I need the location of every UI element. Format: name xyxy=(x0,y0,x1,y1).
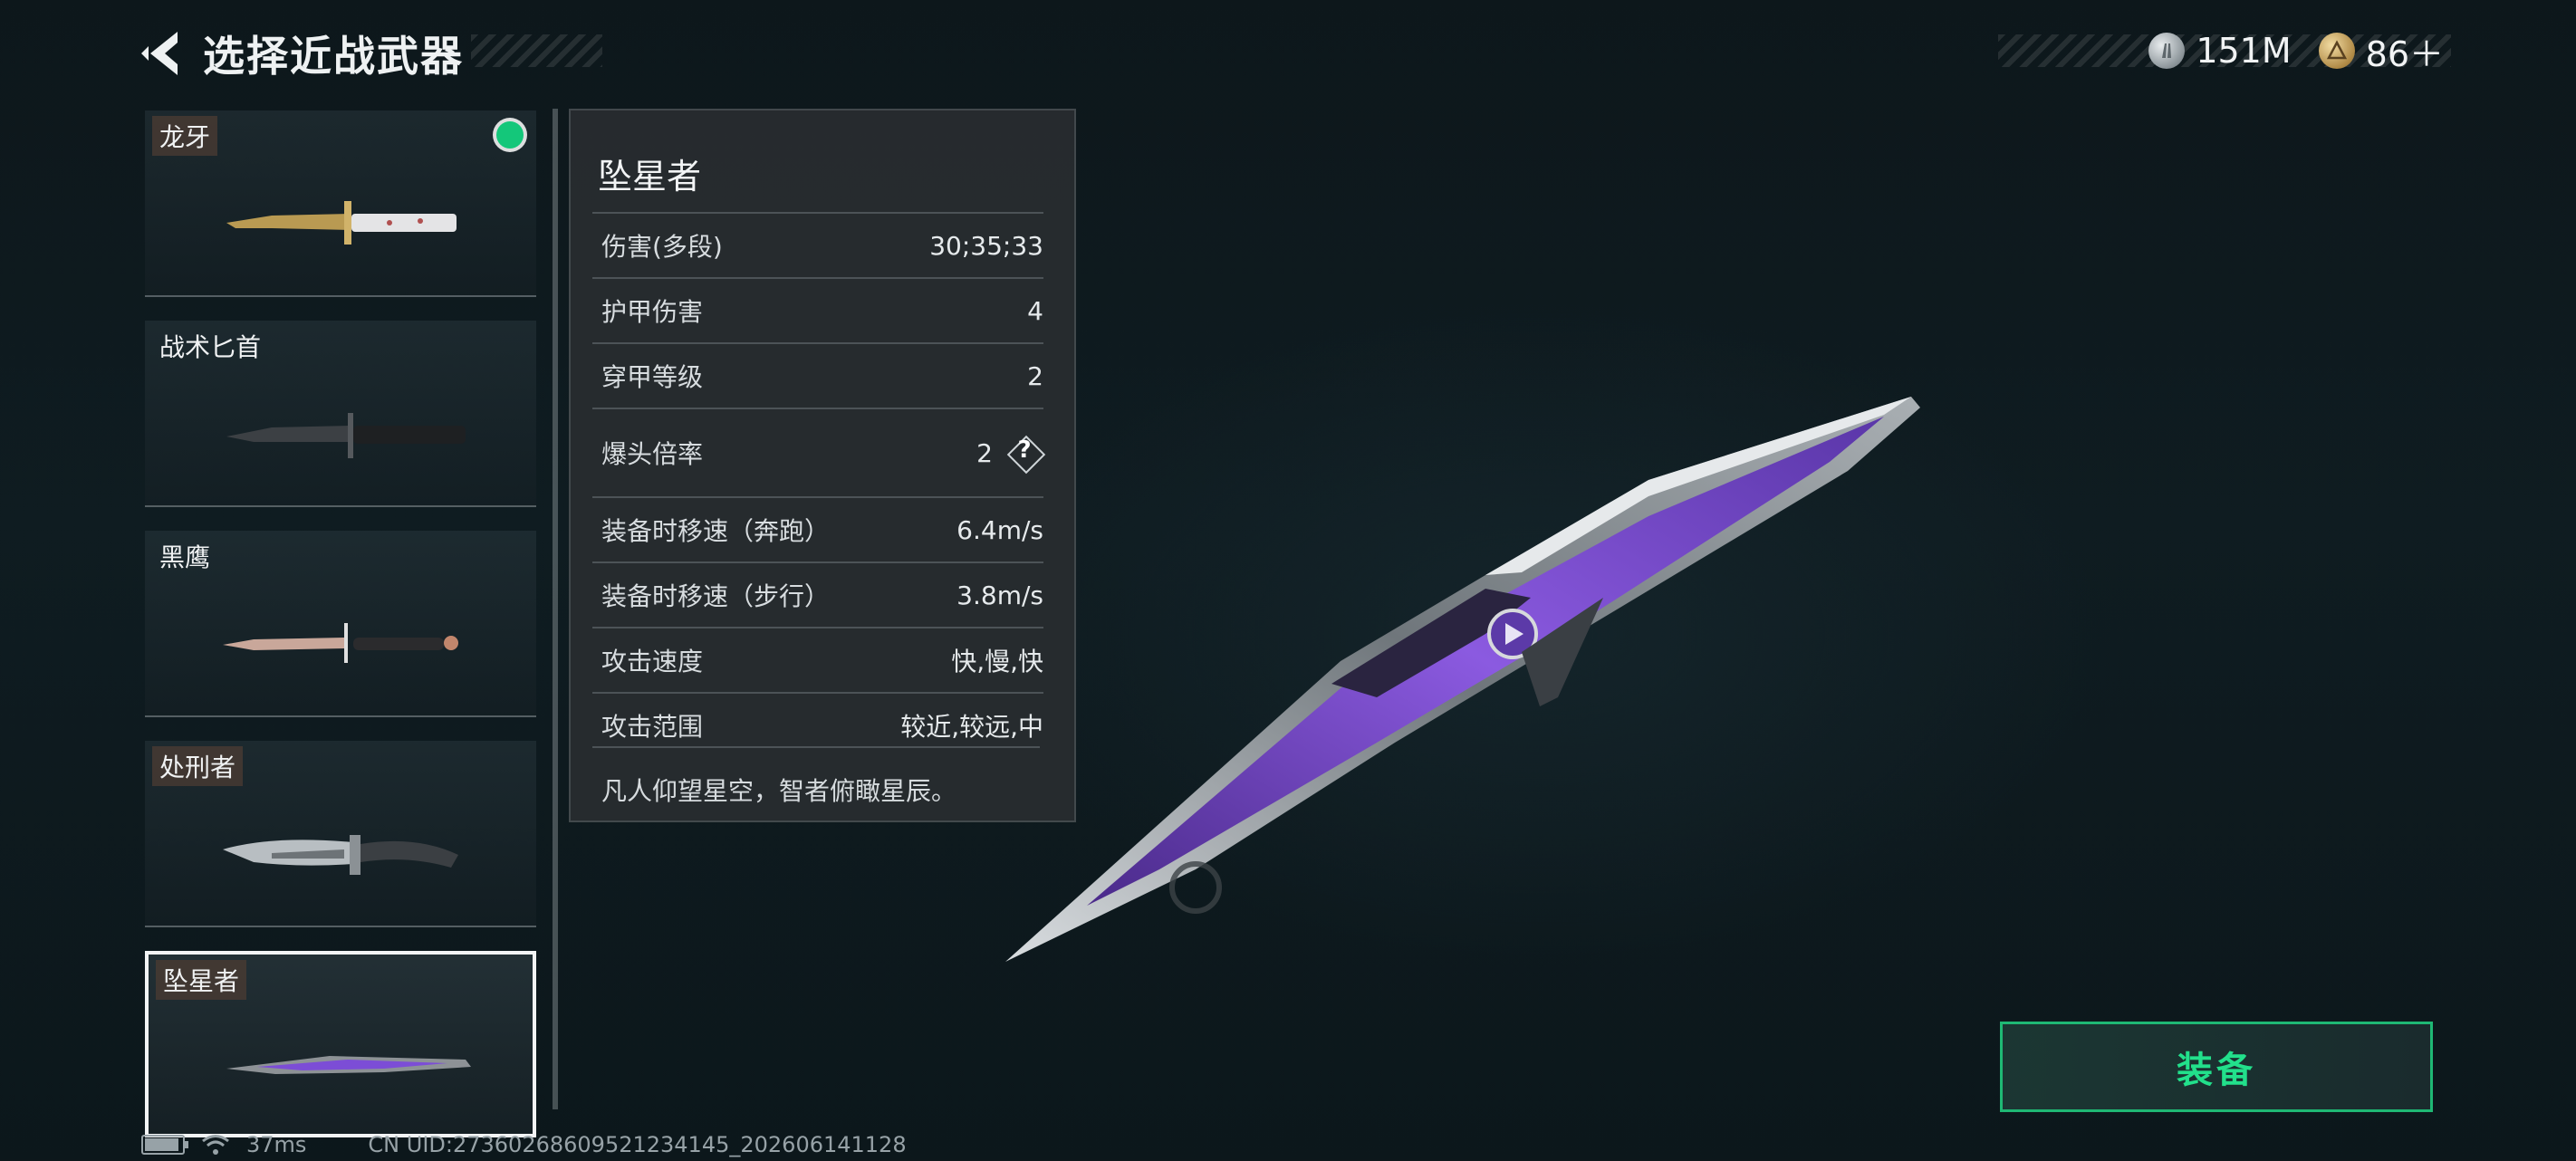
wifi-icon xyxy=(202,1135,229,1155)
stat-label: 护甲伤害 xyxy=(601,297,704,327)
weapon-thumbnail xyxy=(226,1056,471,1074)
stat-label: 装备时移速（奔跑） xyxy=(601,516,831,546)
weapon-name: 战术匕首 xyxy=(159,332,262,362)
card-divider xyxy=(145,505,536,507)
silver-coin-icon xyxy=(2148,33,2186,69)
card-divider xyxy=(145,295,536,297)
list-scrollbar[interactable] xyxy=(553,109,558,1109)
weapon-thumbnail xyxy=(223,835,458,875)
stat-label: 攻击速度 xyxy=(601,647,704,676)
equip-button[interactable]: 装备 xyxy=(2000,1022,2433,1112)
weapon-card-tactical-dagger[interactable]: 战术匕首 xyxy=(145,321,536,507)
weapon-card-starfall[interactable]: 坠星者 xyxy=(145,951,536,1137)
weapon-name: 黑鹰 xyxy=(159,542,211,572)
ping-value: 37ms xyxy=(246,1132,307,1157)
weapon-card-executioner[interactable]: 处刑者 xyxy=(145,741,536,927)
title-decoration xyxy=(471,34,602,67)
weapon-thumbnail xyxy=(226,201,457,245)
weapon-thumbnail xyxy=(226,413,466,458)
battery-icon xyxy=(141,1135,188,1155)
back-chevron-icon xyxy=(141,32,178,75)
title-bar: 选择近战武器 xyxy=(136,25,464,82)
stat-value: 30;35;33 xyxy=(929,230,1043,261)
back-button[interactable] xyxy=(136,26,190,81)
stat-label: 穿甲等级 xyxy=(601,362,704,392)
gold-coin-icon xyxy=(2318,33,2355,69)
currency-bar: 151M 86＋ xyxy=(2148,27,2444,74)
stats-table: 伤害(多段) 30;35;33 护甲伤害 4 穿甲等级 2 爆头倍率 2 ? 装… xyxy=(592,212,1046,757)
description-divider xyxy=(592,746,1040,748)
stat-row: 伤害(多段) 30;35;33 xyxy=(592,212,1043,277)
stat-label: 攻击范围 xyxy=(601,712,704,742)
weapon-card-longya[interactable]: 龙牙 xyxy=(145,110,536,297)
equip-button-label: 装备 xyxy=(2177,1050,2256,1091)
stat-row: 穿甲等级 2 xyxy=(592,342,1043,408)
status-bar: 37ms CN UID:2736026860952123414​5_202606… xyxy=(141,1130,907,1159)
stat-label: 伤害(多段) xyxy=(601,232,723,262)
page-title: 选择近战武器 xyxy=(203,32,464,81)
stat-row: 爆头倍率 2 ? xyxy=(592,408,1046,496)
stat-label: 装备时移速（步行） xyxy=(601,581,831,611)
weapon-thumbnail xyxy=(223,623,458,663)
weapon-card-black-eagle[interactable]: 黑鹰 xyxy=(145,531,536,717)
card-divider xyxy=(145,715,536,717)
weapon-3d-preview[interactable] xyxy=(978,362,1975,996)
card-divider xyxy=(145,926,536,927)
equipped-indicator xyxy=(496,121,524,149)
weapon-list: 龙牙 战术匕首 黑鹰 处刑者 坠星者 xyxy=(145,110,536,1161)
weapon-description: 凡人仰望星空，智者俯瞰星辰。 xyxy=(601,776,957,806)
stat-row: 装备时移速（奔跑） 6.4m/s xyxy=(592,496,1043,561)
weapon-title: 坠星者 xyxy=(598,157,702,197)
stat-row: 攻击速度 快,慢,快 xyxy=(592,627,1043,692)
silver-amount: 151M xyxy=(2196,31,2292,71)
gold-amount[interactable]: 86＋ xyxy=(2366,26,2444,76)
weapon-name: 龙牙 xyxy=(152,116,218,156)
stat-row: 装备时移速（步行） 3.8m/s xyxy=(592,561,1043,627)
weapon-name: 坠星者 xyxy=(156,960,247,1000)
weapon-name: 处刑者 xyxy=(152,746,244,786)
stat-row: 护甲伤害 4 xyxy=(592,277,1043,342)
user-uid: CN UID:2736026860952123414​5_20260614112… xyxy=(368,1132,907,1157)
stat-label: 爆头倍率 xyxy=(601,439,704,469)
stat-value: 4 xyxy=(1027,295,1043,326)
